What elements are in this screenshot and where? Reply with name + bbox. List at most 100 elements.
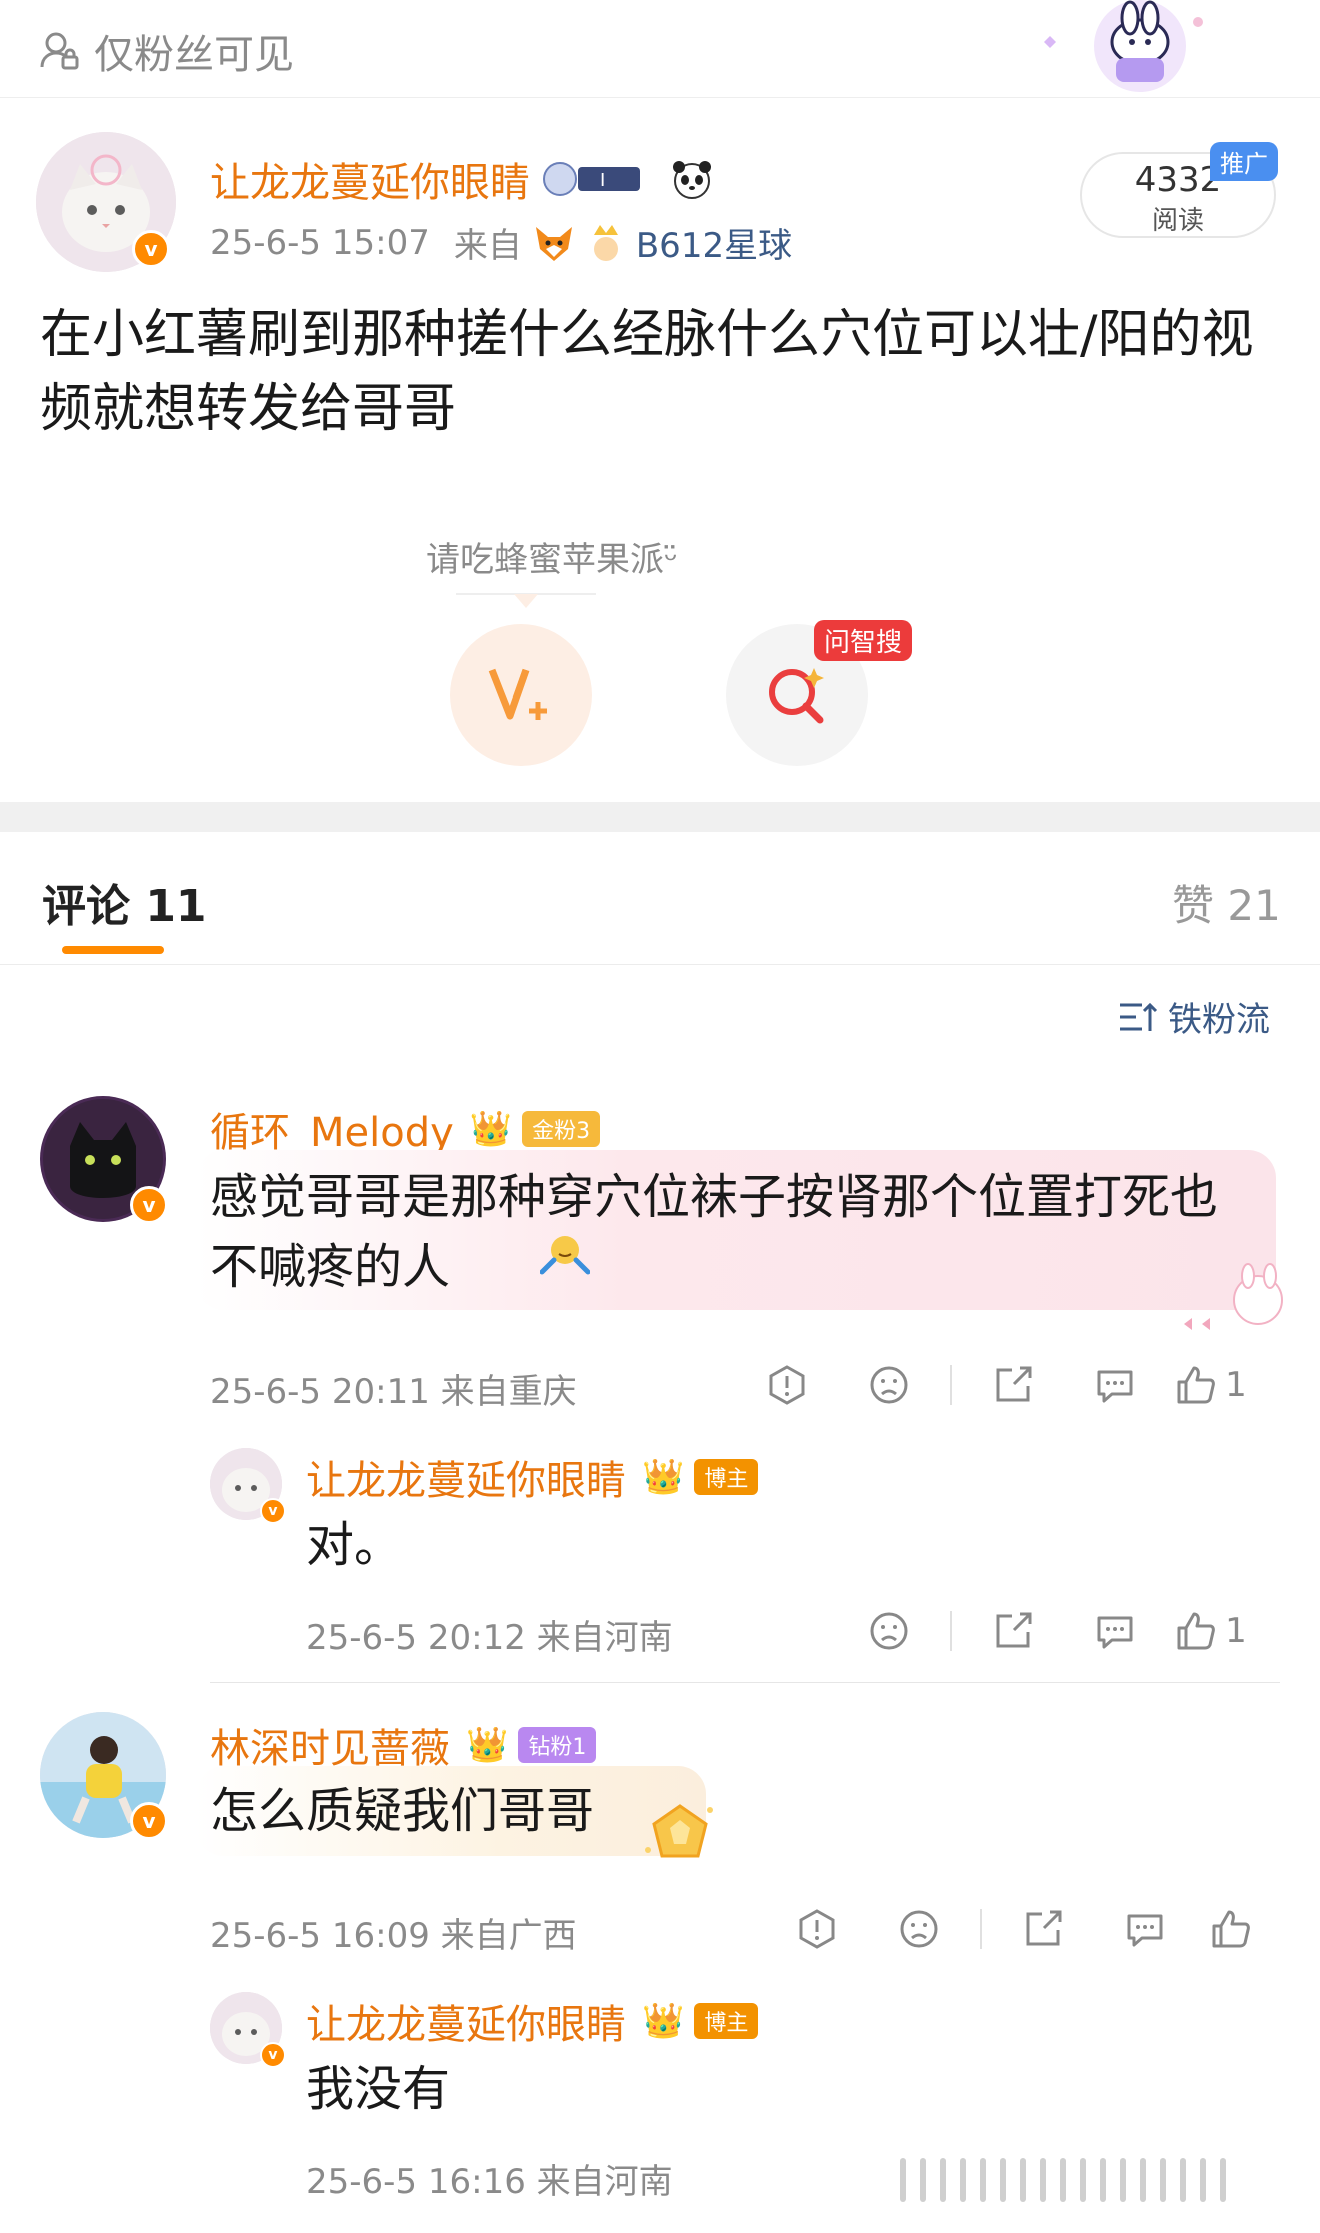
post-timestamp: 25-6-5 15:07 <box>210 222 430 263</box>
like-count: 1 <box>1225 1611 1247 1651</box>
blogger-tag: 博主 <box>694 2003 759 2039</box>
send-gift-button[interactable] <box>450 624 592 766</box>
like-button[interactable]: 1 <box>1166 1606 1256 1656</box>
fan-level-tag: 金粉3 <box>522 1111 601 1147</box>
speech-arrow-icon <box>456 593 596 608</box>
panda-icon <box>673 161 711 199</box>
verified-badge-icon: v <box>260 2042 286 2068</box>
bunny-sticker-icon <box>1044 0 1203 92</box>
action-separator <box>950 1365 952 1405</box>
share-icon <box>996 1366 1032 1402</box>
like-button[interactable] <box>1196 1904 1266 1954</box>
warning-icon <box>769 1365 805 1405</box>
reply-header: 让龙龙蔓延你眼睛 👑 博主 <box>306 1992 759 2050</box>
tab-comments[interactable]: 评论 11 <box>42 870 207 934</box>
medal-icon: I <box>543 162 640 196</box>
frown-icon <box>900 1910 938 1948</box>
gift-prompt: 请吃蜂蜜苹果派ᵕ̈ <box>425 540 679 580</box>
thumbs-up-icon <box>1177 1612 1216 1650</box>
sort-label: 铁粉流 <box>1168 1000 1270 1040</box>
visibility-label: 仅粉丝可见 <box>94 32 294 78</box>
promo-tag: 推广 <box>1210 142 1278 181</box>
action-separator <box>980 1909 982 1949</box>
share-button[interactable] <box>962 1606 1064 1656</box>
report-button[interactable] <box>736 1360 838 1410</box>
post-body-text: 在小红薯刷到那种搓什么经脉什么穴位可以壮/阳的视频就想转发给哥哥 <box>40 305 1254 439</box>
ai-search-tag: 问智搜 <box>814 620 913 661</box>
scroll-indicator <box>900 2152 1260 2208</box>
share-icon <box>996 1612 1032 1648</box>
reply-avatar-wrap[interactable]: v <box>210 1448 286 1524</box>
report-button[interactable] <box>766 1904 868 1954</box>
section-divider <box>0 802 1320 832</box>
comment-text: 感觉哥哥是那种穿穴位袜子按肾那个位置打死也不喊疼的人 <box>210 1169 1219 1295</box>
comment-icon <box>1097 1616 1133 1649</box>
crown-icon: 👑 <box>642 1457 685 1497</box>
gem-decoration-icon <box>645 1804 713 1858</box>
comment-meta: 25-6-5 16:09 来自广西 <box>210 1916 577 1956</box>
verified-badge-icon: v <box>130 1802 168 1840</box>
comment-actions: 1 <box>736 1360 1256 1410</box>
tabs-divider <box>0 964 1320 965</box>
reply-author-name[interactable]: 让龙龙蔓延你眼睛 <box>306 1448 626 1506</box>
action-separator <box>950 1611 952 1651</box>
dislike-button[interactable] <box>838 1360 940 1410</box>
comment-actions <box>766 1904 1266 1954</box>
comment-icon <box>1127 1914 1163 1947</box>
thumbs-up-icon <box>1177 1366 1216 1404</box>
commenter-avatar-wrap[interactable]: v <box>40 1712 170 1842</box>
sort-icon <box>1120 1002 1158 1031</box>
prince-icon <box>593 224 618 261</box>
commenter-avatar-wrap[interactable]: v <box>40 1096 170 1226</box>
reply-author-name[interactable]: 让龙龙蔓延你眼睛 <box>306 1992 626 2050</box>
tab-likes[interactable]: 赞 21 <box>1172 872 1281 933</box>
share-button[interactable] <box>962 1360 1064 1410</box>
frown-icon <box>870 1612 908 1650</box>
source-prefix: 来自 <box>453 226 522 266</box>
post-meta-line: 25-6-5 15:07 来自 B612星球 <box>210 218 792 267</box>
share-icon <box>1026 1910 1062 1946</box>
reply-button[interactable] <box>1064 1360 1166 1410</box>
read-label: 阅读 <box>1151 206 1204 236</box>
search-sparkle-icon <box>769 668 824 724</box>
reply-button[interactable] <box>1094 1904 1196 1954</box>
post-author-line: 让龙龙蔓延你眼睛 I <box>210 150 714 208</box>
reply-divider <box>210 1682 1280 1683</box>
crown-icon: 👑 <box>642 2001 685 2041</box>
blogger-tag: 博主 <box>694 1459 759 1495</box>
reply-text: 我没有 <box>306 2061 451 2117</box>
reply-button[interactable] <box>1064 1606 1166 1656</box>
reply-meta: 25-6-5 16:16 来自河南 <box>306 2162 673 2202</box>
post-author-name[interactable]: 让龙龙蔓延你眼睛 <box>210 150 530 208</box>
reply-text: 对。 <box>306 1517 403 1573</box>
crown-icon: 👑 <box>466 1725 509 1765</box>
fans-only-icon <box>40 32 79 70</box>
like-count: 1 <box>1225 1365 1247 1405</box>
share-button[interactable] <box>992 1904 1094 1954</box>
svg-text:I: I <box>600 170 605 191</box>
dislike-button[interactable] <box>838 1606 940 1656</box>
reply-actions: 1 <box>838 1606 1256 1656</box>
dislike-button[interactable] <box>868 1904 970 1954</box>
source-name-link[interactable]: B612星球 <box>636 218 792 267</box>
sort-button[interactable]: 铁粉流 <box>1118 992 1270 1041</box>
verified-badge-icon: v <box>130 1186 168 1224</box>
active-tab-indicator <box>62 946 164 954</box>
fox-icon <box>535 226 572 261</box>
verified-badge-icon: v <box>260 1498 286 1524</box>
like-button[interactable]: 1 <box>1166 1360 1256 1410</box>
comment-text: 怎么质疑我们哥哥 <box>210 1783 595 1839</box>
visibility-indicator: 仅粉丝可见 <box>38 22 294 80</box>
reply-header: 让龙龙蔓延你眼睛 👑 博主 <box>306 1448 759 1506</box>
fan-level-tag: 钻粉1 <box>518 1727 597 1763</box>
bunny-decoration-icon <box>1184 1263 1283 1330</box>
warning-icon <box>799 1909 835 1949</box>
crown-icon: 👑 <box>469 1109 513 1149</box>
reply-avatar-wrap[interactable]: v <box>210 1992 286 2068</box>
comment-icon <box>1097 1370 1133 1403</box>
post-author-avatar-wrap[interactable]: v <box>36 132 176 272</box>
v-plus-icon <box>488 668 547 720</box>
verified-badge-icon: v <box>132 230 170 268</box>
shrug-emoji-icon <box>540 1236 590 1275</box>
reply-meta: 25-6-5 20:12 来自河南 <box>306 1618 673 1658</box>
